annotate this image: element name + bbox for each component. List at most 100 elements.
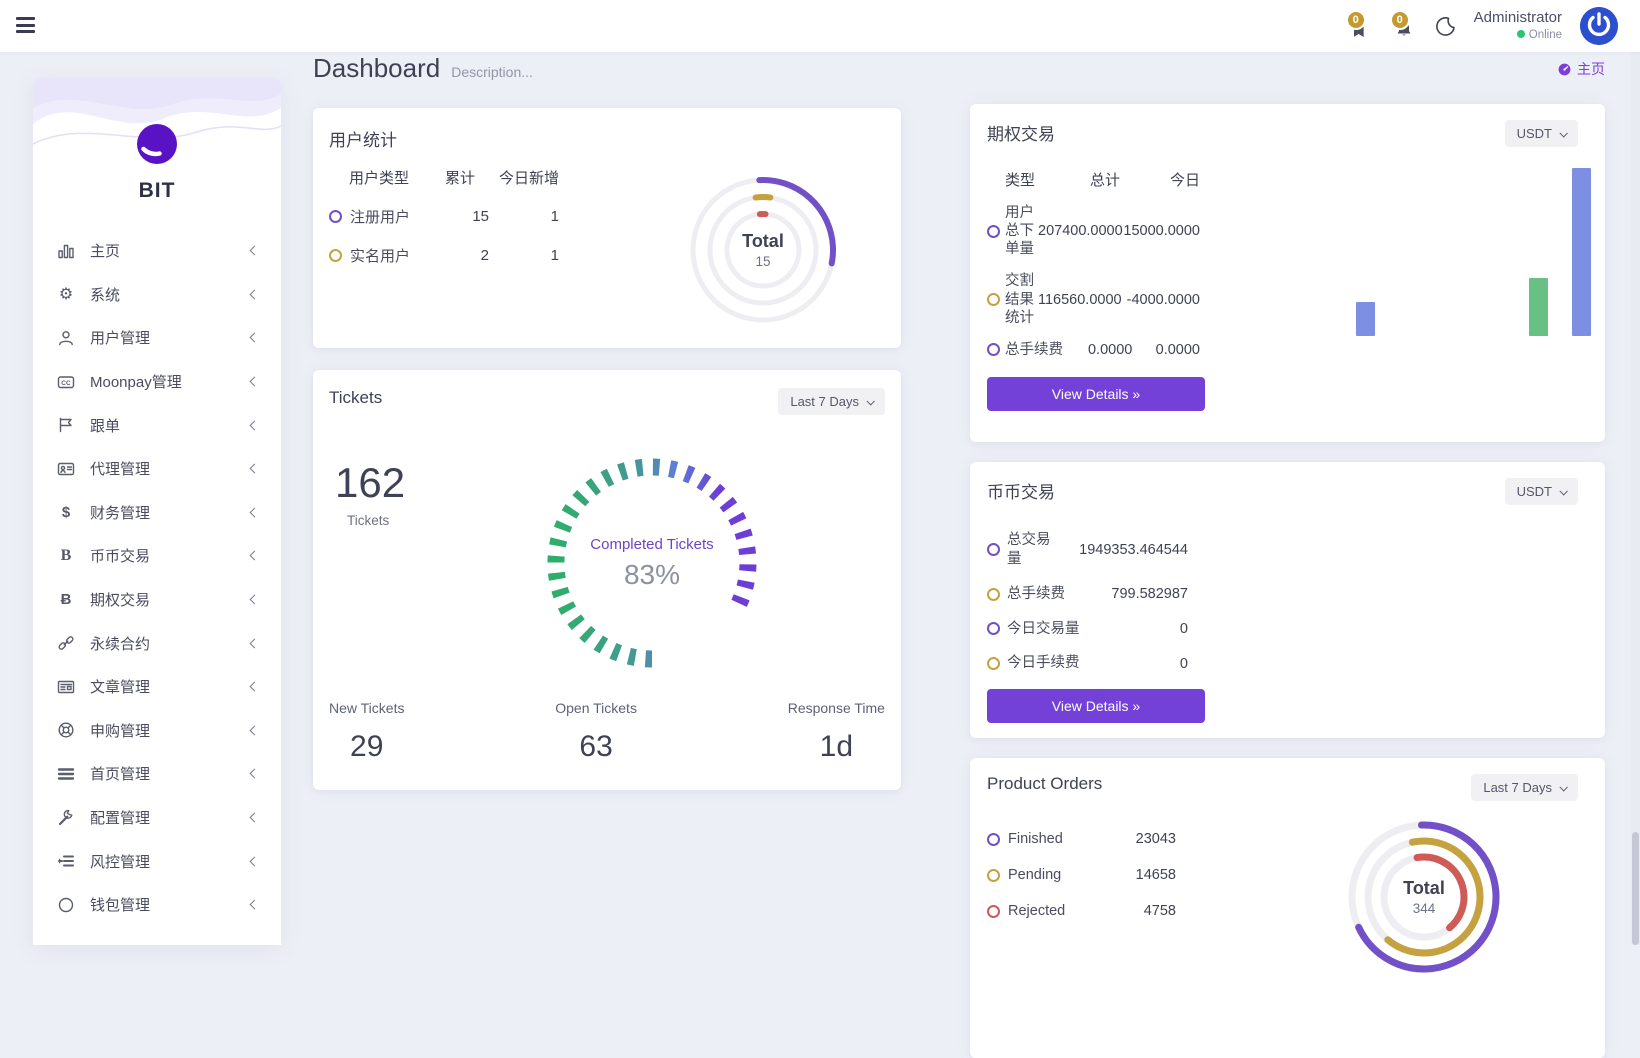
bell-notification-icon[interactable]: 0: [1390, 10, 1416, 42]
sidebar-item-risk[interactable]: 风控管理: [33, 839, 281, 883]
sidebar-item-perpetual[interactable]: 永续合约: [33, 621, 281, 665]
hamburger-menu-icon[interactable]: [16, 17, 35, 34]
sidebar-item-config[interactable]: 配置管理: [33, 796, 281, 840]
card-title: 期权交易: [987, 120, 1055, 145]
top-header: 0 0 Administrator Online: [0, 0, 1640, 52]
sidebar: BIT 主页 ⚙ 系统 用户管理 CC Moonpay管理 跟单: [33, 78, 281, 945]
row-value: 0: [1180, 656, 1188, 672]
sidebar-item-spot-trading[interactable]: B 币币交易: [33, 534, 281, 578]
orders-range-dropdown[interactable]: Last 7 Days: [1471, 774, 1578, 801]
sidebar-item-label: 首页管理: [90, 763, 251, 784]
coin-view-details-button[interactable]: View Details »: [987, 689, 1205, 723]
legend-dot-gold: [329, 249, 342, 262]
row-label: Finished: [1008, 831, 1136, 847]
row-label: 交割结果统计: [1005, 272, 1038, 326]
sidebar-item-agents[interactable]: 代理管理: [33, 447, 281, 491]
row-value: 799.582987: [1111, 586, 1188, 602]
column-header: 总计: [1038, 169, 1120, 190]
legend-dot-gold: [987, 588, 1000, 601]
stat-row: 总交易量 1949353.464544: [987, 531, 1188, 569]
stat-label: New Tickets: [329, 700, 404, 716]
sidebar-item-system[interactable]: ⚙ 系统: [33, 273, 281, 317]
card-title: 用户统计: [329, 126, 885, 151]
sidebar-item-users[interactable]: 用户管理: [33, 316, 281, 360]
row-label: 总手续费: [1007, 585, 1111, 604]
sidebar-item-moonpay[interactable]: CC Moonpay管理: [33, 360, 281, 404]
sidebar-item-home[interactable]: 主页: [33, 229, 281, 273]
sidebar-item-label: 期权交易: [90, 589, 251, 610]
tickets-stat: Open Tickets 63: [555, 700, 637, 764]
notification-badge: 0: [1346, 10, 1366, 30]
sidebar-item-label: 文章管理: [90, 676, 251, 697]
breadcrumb[interactable]: 主页: [1557, 59, 1605, 79]
chevron-left-icon: [250, 769, 260, 779]
home-gauge-icon: [1557, 62, 1572, 77]
id-card-icon: [57, 460, 87, 478]
sidebar-item-subscription[interactable]: 申购管理: [33, 709, 281, 753]
life-ring-icon: [57, 721, 87, 739]
coin-trading-card: 币币交易 USDT 总交易量 1949353.464544 总手续费 799.5…: [970, 462, 1605, 738]
sidebar-item-finance[interactable]: $ 财务管理: [33, 491, 281, 535]
chevron-down-icon: [1559, 487, 1567, 495]
chevron-left-icon: [250, 507, 260, 517]
table-row: 用户总下单量 207400.0000 15000.0000: [987, 204, 1200, 258]
user-icon: [57, 329, 87, 347]
column-header: 今日新增: [475, 167, 559, 188]
sidebar-item-articles[interactable]: 文章管理: [33, 665, 281, 709]
row-value: 14658: [1136, 867, 1176, 883]
dropdown-value: USDT: [1517, 126, 1552, 141]
svg-text:CC: CC: [61, 379, 71, 386]
dollar-icon: $: [57, 504, 87, 521]
avatar[interactable]: [1580, 7, 1618, 45]
legend-dot-gold: [987, 293, 1000, 306]
sidebar-item-homepage[interactable]: 首页管理: [33, 752, 281, 796]
sidebar-item-options-trading[interactable]: Ƀ 期权交易: [33, 578, 281, 622]
circle-icon: [57, 896, 87, 914]
chevron-left-icon: [250, 551, 260, 561]
tickets-stat: Response Time 1d: [788, 700, 885, 764]
legend-dot-red: [987, 905, 1000, 918]
row-total: 207400.0000: [1038, 223, 1120, 239]
stat-row: Rejected 4758: [987, 903, 1176, 919]
options-currency-dropdown[interactable]: USDT: [1505, 120, 1578, 147]
moon-dark-mode-icon[interactable]: [1434, 15, 1456, 37]
sidebar-item-label: 跟单: [90, 415, 251, 436]
options-view-details-button[interactable]: View Details »: [987, 377, 1205, 411]
sidebar-item-label: Moonpay管理: [90, 371, 251, 392]
legend-dot-purple: [987, 225, 1000, 238]
brand-name: BIT: [33, 179, 281, 203]
sidebar-item-copy-trade[interactable]: 跟单: [33, 403, 281, 447]
dropdown-value: USDT: [1517, 484, 1552, 499]
row-label: 今日交易量: [1007, 620, 1180, 639]
row-today: 1: [489, 247, 559, 264]
tickets-card: Tickets Last 7 Days 162 Tickets Complete…: [313, 370, 901, 790]
bar-today-orders: [1356, 302, 1375, 336]
sidebar-item-wallet[interactable]: 钱包管理: [33, 883, 281, 927]
sidebar-item-label: 用户管理: [90, 327, 251, 348]
sidebar-item-label: 币币交易: [90, 545, 251, 566]
sidebar-menu: 主页 ⚙ 系统 用户管理 CC Moonpay管理 跟单 代理管理: [33, 229, 281, 927]
row-label: 注册用户: [350, 206, 439, 227]
tickets-range-dropdown[interactable]: Last 7 Days: [778, 388, 885, 415]
coin-currency-dropdown[interactable]: USDT: [1505, 478, 1578, 505]
sidebar-item-label: 永续合约: [90, 633, 251, 654]
chevron-down-icon: [1559, 783, 1567, 791]
page-title: Dashboard: [313, 53, 440, 84]
table-row: 总手续费 0.0000 0.0000: [987, 341, 1200, 359]
user-menu[interactable]: Administrator Online: [1474, 9, 1562, 42]
table-row: 实名用户 2 1: [329, 245, 559, 266]
row-value: 1949353.464544: [1057, 542, 1188, 558]
stat-row: 今日手续费 0: [987, 654, 1188, 673]
scrollbar-track[interactable]: [1631, 0, 1640, 945]
row-label: 用户总下单量: [1005, 204, 1038, 258]
brand[interactable]: BIT: [33, 122, 281, 203]
scrollbar-thumb[interactable]: [1632, 832, 1639, 945]
user-stats-donut-chart: Total 15: [683, 170, 843, 330]
row-today: -4000.0000: [1120, 292, 1200, 308]
legend-dot-purple: [987, 622, 1000, 635]
stat-row: Finished 23043: [987, 831, 1176, 847]
row-label: 总手续费: [1005, 341, 1063, 359]
product-orders-card: Product Orders Last 7 Days Finished 2304…: [970, 758, 1605, 1058]
award-notification-icon[interactable]: 0: [1346, 10, 1372, 42]
bitcoin-icon: Ƀ: [57, 591, 87, 608]
